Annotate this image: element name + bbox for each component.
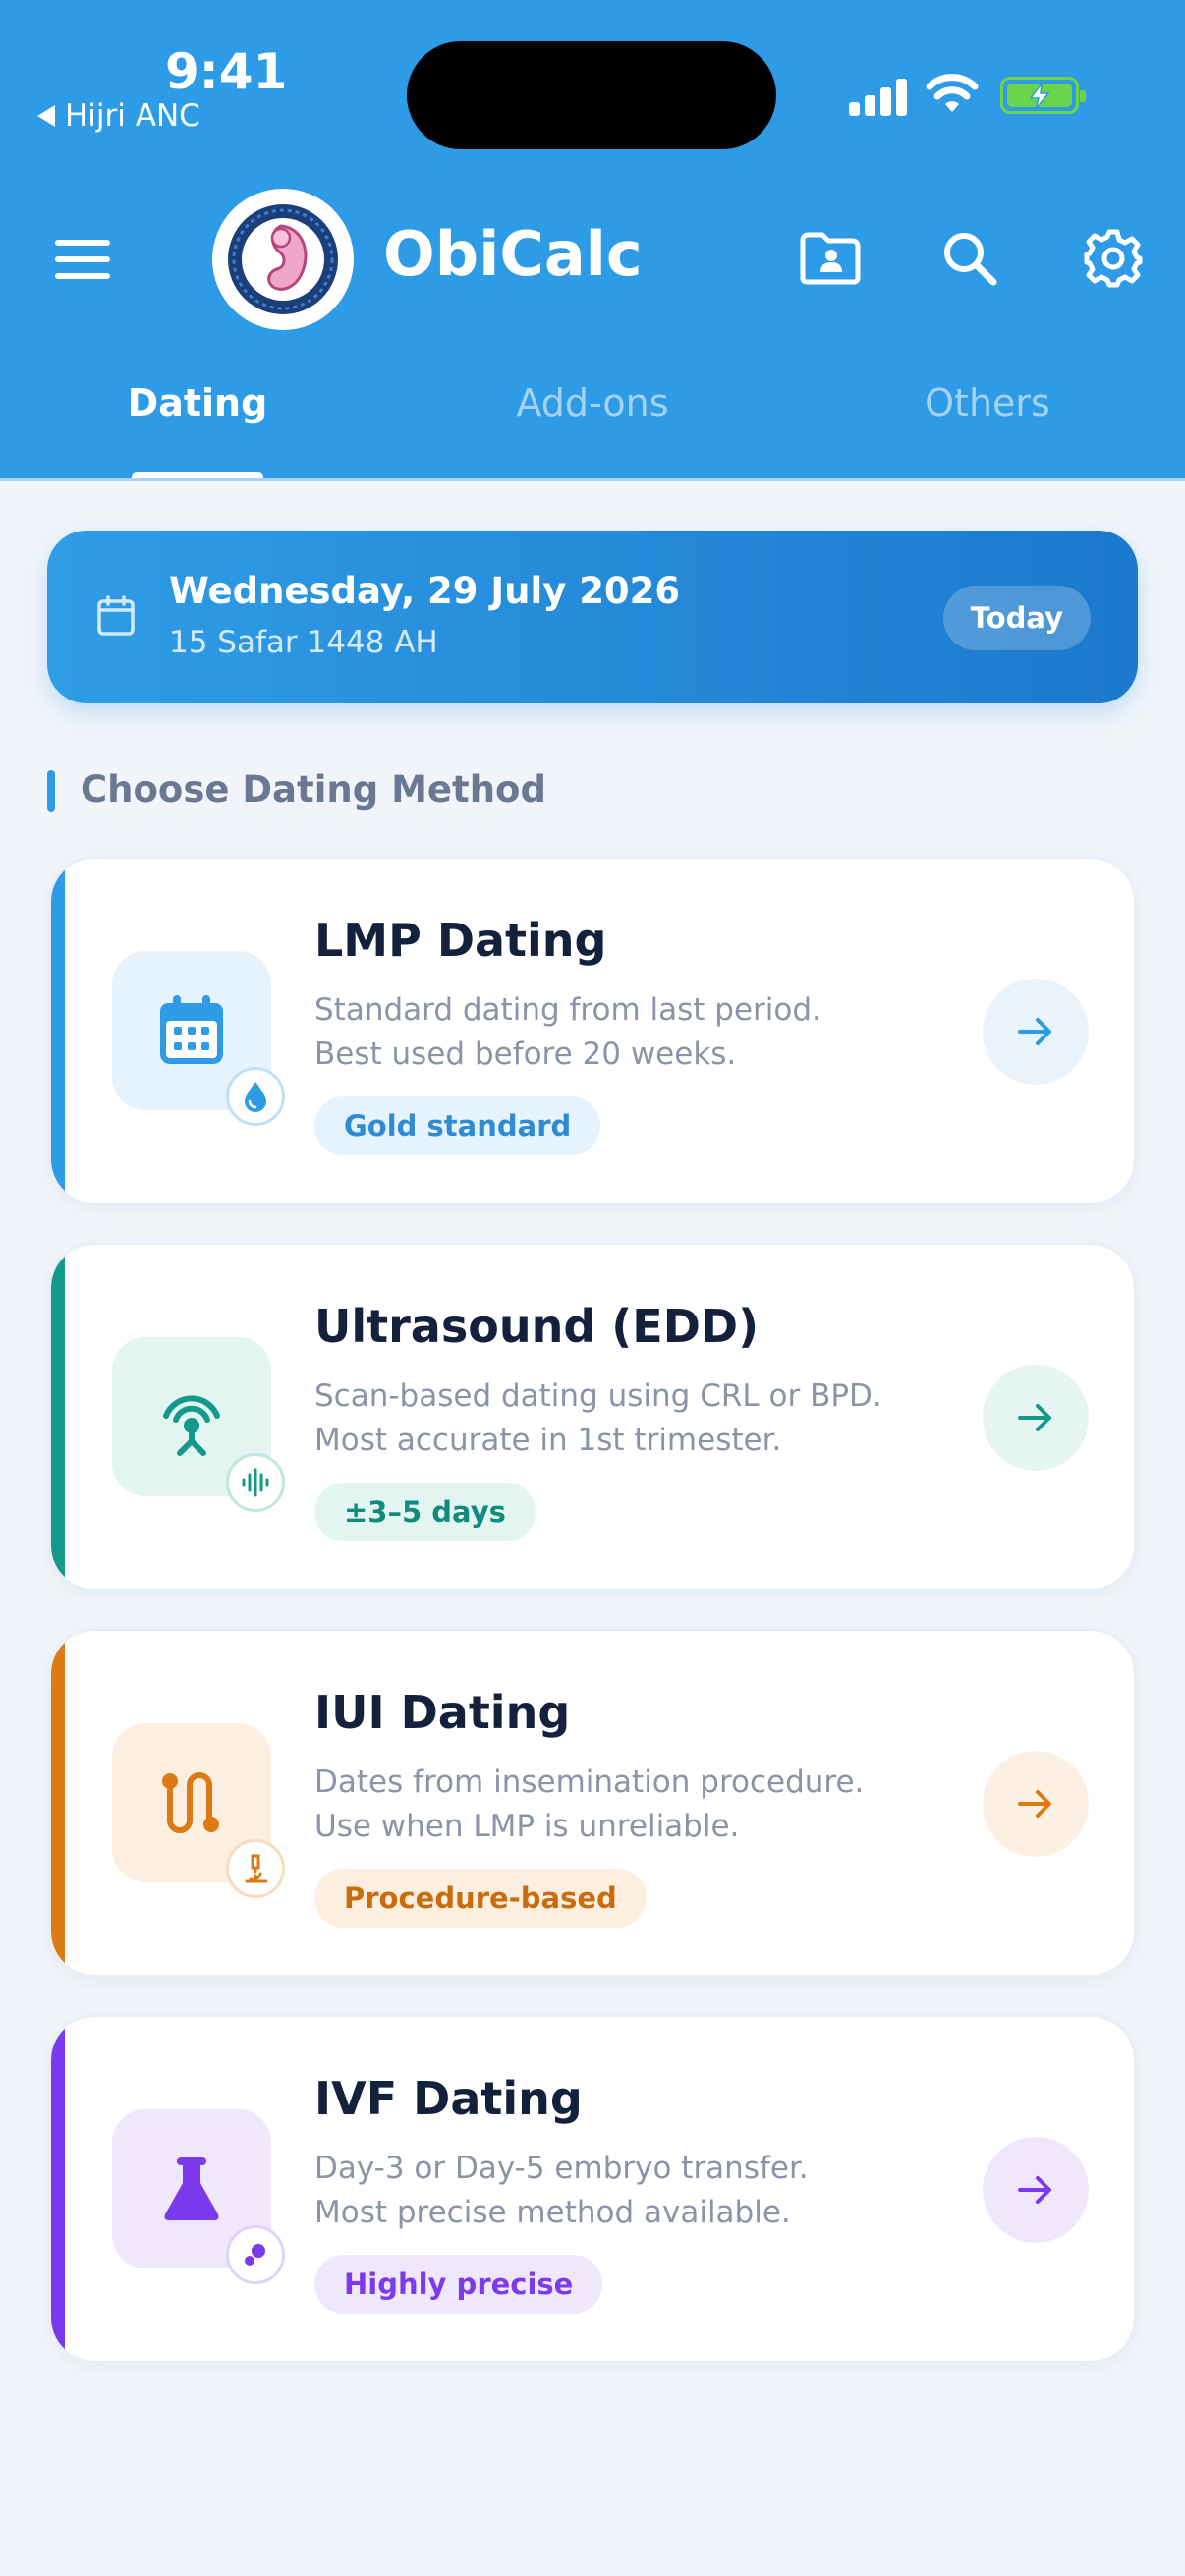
method-tag: ±3–5 days: [314, 1483, 536, 1541]
fetus-logo-icon: [228, 204, 338, 314]
header-divider: [0, 478, 1185, 481]
patient-folder-icon[interactable]: [796, 224, 865, 293]
date-banner: Wednesday, 29 July 2026 15 Safar 1448 AH…: [47, 531, 1138, 703]
app-header: 9:41 Hijri ANC ObiCalc Dating Add-ons Ot…: [0, 0, 1185, 481]
method-card-lmp[interactable]: LMP Dating Standard dating from last per…: [49, 857, 1136, 1204]
settings-icon[interactable]: [1079, 224, 1148, 293]
method-tag: Highly precise: [314, 2255, 603, 2314]
tab-dating[interactable]: Dating: [0, 381, 395, 424]
card-accent-strip: [51, 2017, 65, 2361]
tab-bar: Dating Add-ons Others: [0, 364, 1185, 481]
hijri-date: 15 Safar 1448 AH: [169, 625, 438, 660]
tab-others[interactable]: Others: [790, 381, 1185, 424]
card-accent-strip: [51, 1631, 65, 1975]
section-title: Choose Dating Method: [81, 768, 546, 811]
arrow-right-icon[interactable]: [983, 1751, 1089, 1857]
back-label: Hijri ANC: [65, 98, 200, 134]
method-description: Scan-based dating using CRL or BPD. Most…: [314, 1378, 882, 1458]
dynamic-island: [407, 41, 776, 149]
calendar-small-icon: [97, 595, 135, 636]
arrow-right-icon[interactable]: [983, 2137, 1089, 2243]
app-logo: [212, 189, 354, 330]
method-description: Day-3 or Day-5 embryo transfer. Most pre…: [314, 2151, 809, 2230]
method-tag: Gold standard: [314, 1096, 601, 1155]
battery-icon: [1000, 77, 1086, 114]
arrow-right-icon[interactable]: [983, 1365, 1089, 1471]
app-title: ObiCalc: [383, 218, 643, 290]
section-accent-bar: [47, 770, 55, 812]
method-title: IVF Dating: [314, 2072, 583, 2125]
card-accent-strip: [51, 859, 65, 1203]
method-card-iui[interactable]: IUI Dating Dates from insemination proce…: [49, 1629, 1136, 1977]
search-icon[interactable]: [935, 224, 1004, 293]
method-title: IUI Dating: [314, 1686, 571, 1739]
embryo-cells-icon: [226, 2225, 285, 2284]
method-description: Standard dating from last period. Best u…: [314, 992, 821, 1072]
method-card-ultrasound[interactable]: Ultrasound (EDD) Scan-based dating using…: [49, 1243, 1136, 1591]
gregorian-date: Wednesday, 29 July 2026: [169, 570, 681, 612]
tab-add-ons[interactable]: Add-ons: [395, 381, 790, 424]
back-triangle-icon: [37, 105, 55, 127]
method-tag: Procedure-based: [314, 1869, 647, 1928]
droplet-icon: [226, 1067, 285, 1126]
method-card-ivf[interactable]: IVF Dating Day-3 or Day-5 embryo transfe…: [49, 2015, 1136, 2363]
microscope-icon: [226, 1839, 285, 1898]
card-accent-strip: [51, 1245, 65, 1589]
cellular-signal-icon: [849, 77, 908, 116]
status-time: 9:41: [165, 43, 288, 100]
method-description: Dates from insemination procedure. Use w…: [314, 1764, 865, 1844]
method-title: LMP Dating: [314, 914, 607, 967]
method-title: Ultrasound (EDD): [314, 1300, 760, 1353]
soundwave-icon: [226, 1453, 285, 1512]
back-to-app-link[interactable]: Hijri ANC: [37, 98, 200, 134]
today-button[interactable]: Today: [942, 586, 1091, 650]
menu-icon[interactable]: [55, 240, 110, 279]
arrow-right-icon[interactable]: [983, 979, 1089, 1085]
wifi-icon: [926, 74, 979, 112]
